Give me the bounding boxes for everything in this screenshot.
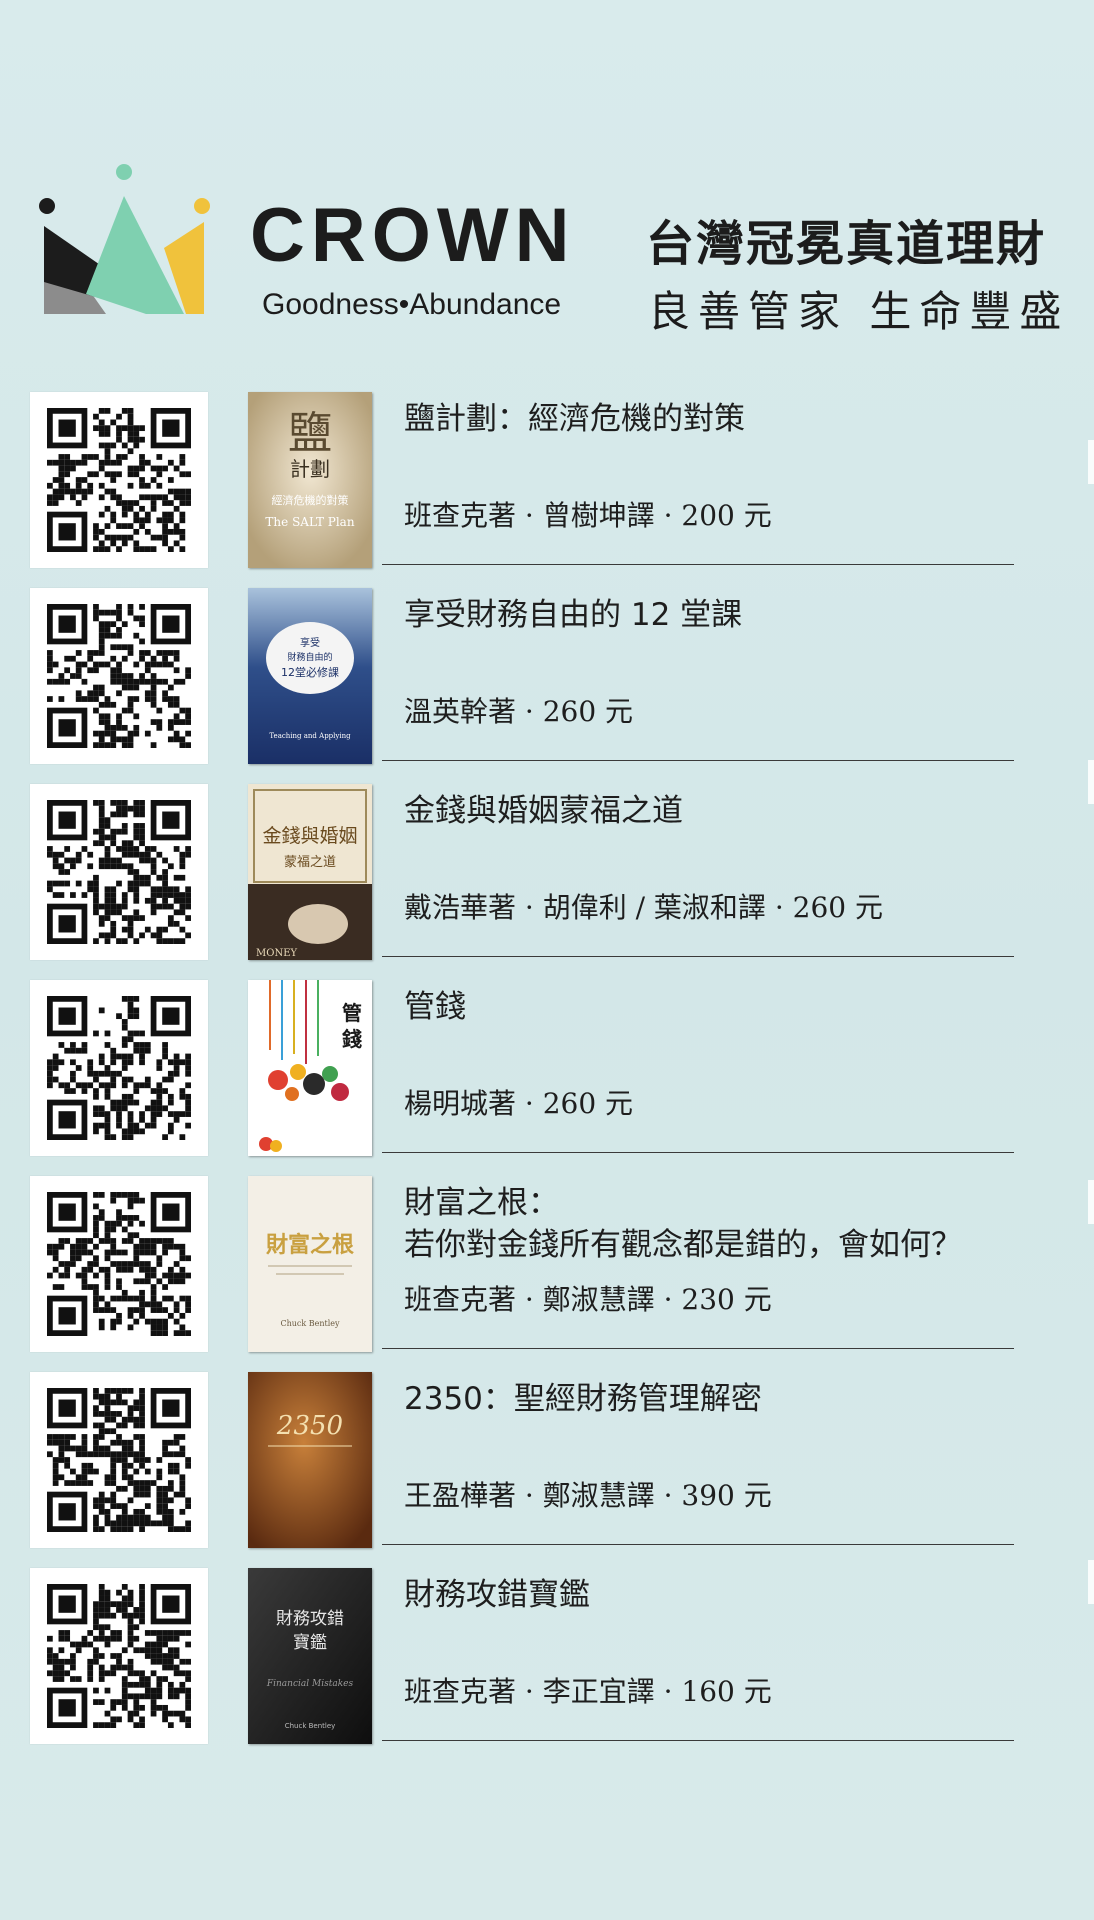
row-divider [382,1544,1014,1545]
cover-line: Teaching and Applying [269,732,351,740]
book-cover[interactable]: 財富之根 Chuck Bentley [248,1176,372,1352]
page-edge-tab [1088,1560,1094,1604]
book-cover[interactable]: 鹽 計劃 經濟危機的對策 The SALT Plan [248,392,372,568]
book-row: 享受 財務自由的 12堂必修課 Teaching and Applying 享受… [0,588,1094,784]
book-meta: 班查克著 · 曾樹坤譯 · 200 元 [404,499,772,532]
page-edge-tab [1088,440,1094,484]
cover-subtitle: 財務自由的 [287,651,332,663]
title-line: 鹽計劃：經濟危機的對策 [404,401,745,437]
cover-subtitle: 蒙福之道 [284,855,336,870]
row-divider [382,956,1014,957]
qr-code[interactable] [30,784,208,960]
cover-title: 享受 [300,636,320,649]
book-title[interactable]: 金錢與婚姻蒙福之道 [404,790,1024,832]
cover-title: 鹽 [288,408,332,459]
book-meta: 王盈樺著 · 鄭淑慧譯 · 390 元 [404,1479,772,1512]
book-meta: 溫英幹著 · 260 元 [404,695,634,728]
title-line: 金錢與婚姻蒙福之道 [404,793,683,829]
book-cover[interactable]: 財務攻錯 寶鑑 Financial Mistakes Chuck Bentley [248,1568,372,1744]
row-divider [382,1740,1014,1741]
cover-line: The SALT Plan [265,515,354,529]
cover-title: 管 [342,1001,362,1025]
page-edge-tab [1088,760,1094,804]
book-meta: 戴浩華著 · 胡偉利 / 葉淑和譯 · 260 元 [404,891,883,924]
title-line: 若你對金錢所有觀念都是錯的，會如何？ [404,1227,962,1263]
book-cover[interactable]: 享受 財務自由的 12堂必修課 Teaching and Applying [248,588,372,764]
book-cover[interactable]: 2350 [248,1372,372,1548]
page-edge-tab [1088,1180,1094,1224]
title-line: 2350：聖經財務管理解密 [404,1381,762,1417]
cover-subtitle: Chuck Bentley [280,1319,340,1328]
book-cover[interactable]: 金錢與婚姻 蒙福之道 MONEY [248,784,372,960]
row-divider [382,1152,1014,1153]
book-title[interactable]: 鹽計劃：經濟危機的對策 [404,398,1024,440]
cover-title: 財務攻錯 [276,1609,344,1629]
brand-name: CROWN [250,193,576,278]
book-row: 鹽 計劃 經濟危機的對策 The SALT Plan 鹽計劃：經濟危機的對策 班… [0,392,1094,588]
cover-title: 財富之根 [266,1232,354,1258]
title-line: 財富之根： [404,1185,559,1221]
cover-title: 2350 [276,1411,343,1441]
book-row: 管 錢 管錢 楊明城著 · 260 元 [0,980,1094,1176]
book-row: 2350 2350：聖經財務管理解密 王盈樺著 · 鄭淑慧譯 · 390 元 [0,1372,1094,1568]
book-title[interactable]: 享受財務自由的 12 堂課 [404,594,1024,636]
book-meta: 班查克著 · 鄭淑慧譯 · 230 元 [404,1283,772,1316]
qr-code[interactable] [30,980,208,1156]
organization-slogan: 良善管家 生命豐盛 [648,287,1070,336]
cover-title: 金錢與婚姻 [262,825,357,847]
row-divider [382,760,1014,761]
book-row: 財務攻錯 寶鑑 Financial Mistakes Chuck Bentley… [0,1568,1094,1764]
title-line: 財務攻錯寶鑑 [404,1577,590,1613]
book-title[interactable]: 管錢 [404,986,1024,1028]
cover-line: Financial Mistakes [266,1679,354,1689]
book-title[interactable]: 2350：聖經財務管理解密 [404,1378,1024,1420]
brand-tagline: Goodness•Abundance [262,288,562,321]
book-meta: 楊明城著 · 260 元 [404,1087,634,1120]
row-divider [382,1348,1014,1349]
page-header: CROWN Goodness•Abundance 台灣冠冕真道理財 良善管家 生… [0,150,1094,336]
title-line: 管錢 [404,989,466,1025]
cover-subtitle: 寶鑑 [293,1632,327,1653]
book-row: 金錢與婚姻 蒙福之道 MONEY 金錢與婚姻蒙福之道 戴浩華著 · 胡偉利 / … [0,784,1094,980]
cover-subtitle: 錢 [342,1027,362,1051]
row-divider [382,564,1014,565]
cover-line: 經濟危機的對策 [272,493,349,507]
book-meta: 班查克著 · 李正宜譯 · 160 元 [404,1675,772,1708]
qr-code[interactable] [30,1568,208,1744]
title-line: 享受財務自由的 12 堂課 [404,597,743,633]
cover-line: 12堂必修課 [281,665,339,679]
cover-line: MONEY [256,948,297,959]
qr-code[interactable] [30,1176,208,1352]
crown-logo-icon [39,164,210,314]
book-row: 財富之根 Chuck Bentley 財富之根： 若你對金錢所有觀念都是錯的，會… [0,1176,1094,1372]
qr-code[interactable] [30,1372,208,1548]
cover-line: Chuck Bentley [285,1722,336,1730]
book-title[interactable]: 財務攻錯寶鑑 [404,1574,1024,1616]
cover-subtitle: 計劃 [290,457,330,481]
book-cover[interactable]: 管 錢 [248,980,372,1156]
book-title[interactable]: 財富之根： 若你對金錢所有觀念都是錯的，會如何？ [404,1182,1024,1266]
organization-name: 台灣冠冕真道理財 [646,216,1047,272]
qr-code[interactable] [30,392,208,568]
qr-code[interactable] [30,588,208,764]
